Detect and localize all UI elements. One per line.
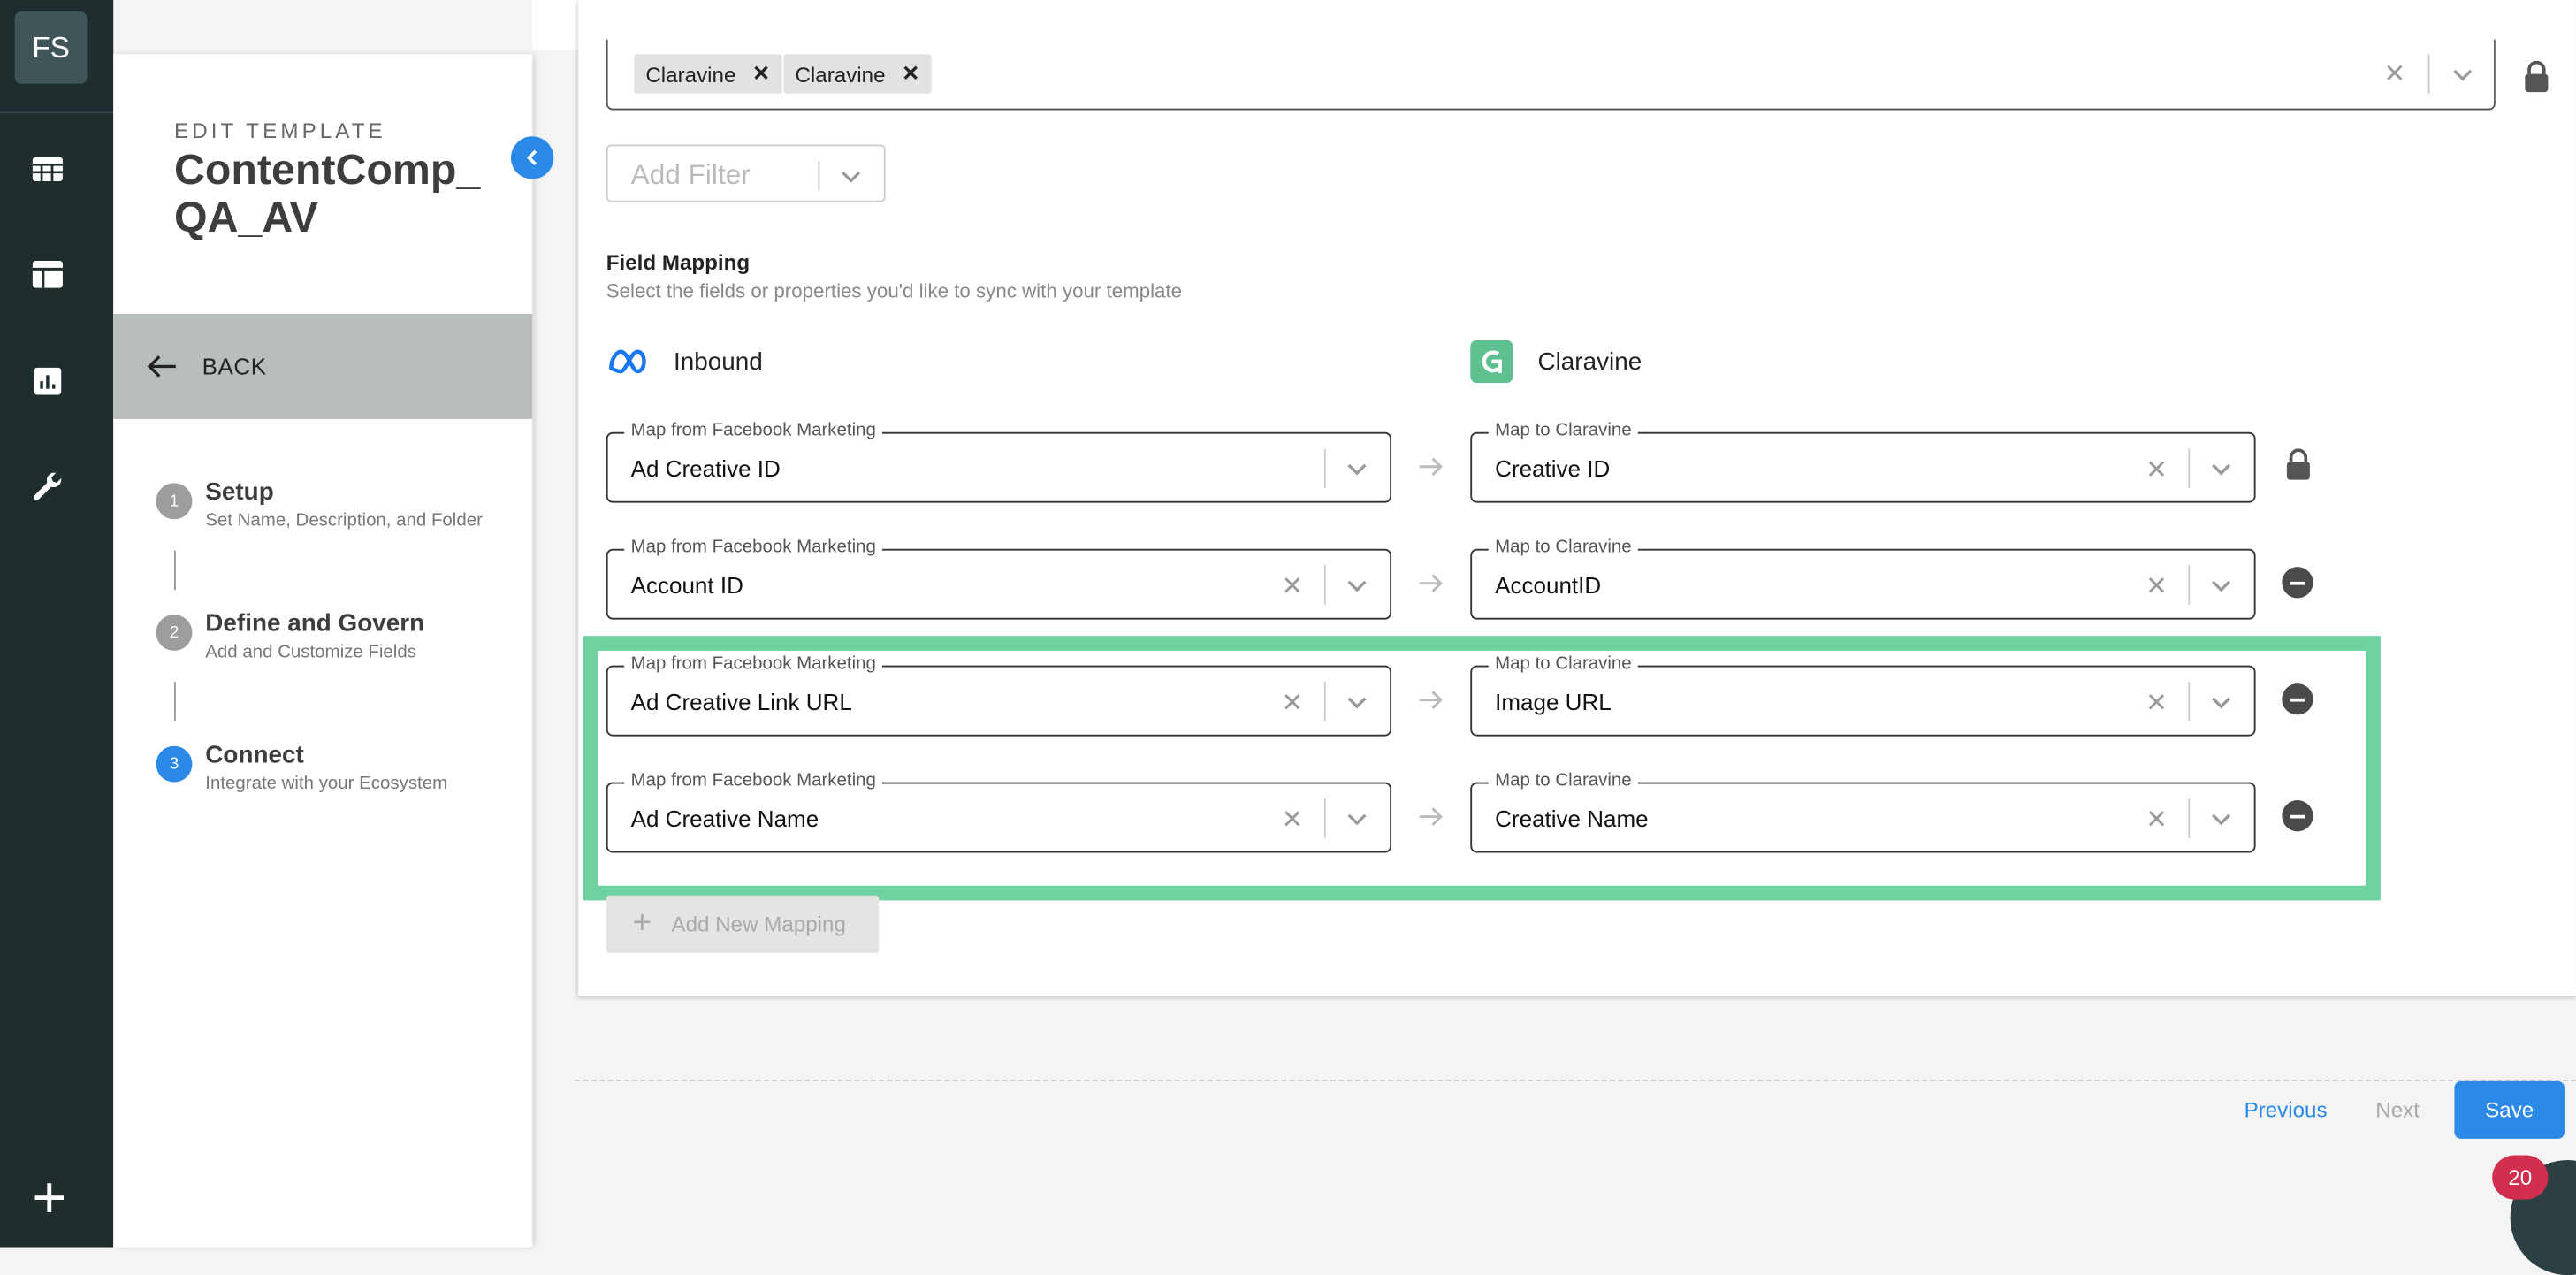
step-connector <box>173 682 176 721</box>
step-title: Setup <box>205 477 274 507</box>
chevron-down-icon[interactable] <box>2450 61 2476 88</box>
filter-values-field[interactable]: Claravine ✕ Claravine ✕ ✕ <box>606 39 2496 111</box>
rail-divider <box>0 111 114 114</box>
step-number: 2 <box>156 615 193 651</box>
add-icon[interactable]: + <box>25 1167 74 1226</box>
clear-icon[interactable]: ✕ <box>2145 570 2168 603</box>
field-value: Ad Creative ID <box>630 454 781 482</box>
chevron-left-icon <box>526 149 537 166</box>
field-mapping-subtitle: Select the fields or properties you'd li… <box>606 279 1183 302</box>
claravine-logo-icon <box>1470 340 1513 384</box>
meta-logo-icon <box>609 349 646 374</box>
map-to-select[interactable]: Map to Claravine AccountID ✕ <box>1470 537 2256 620</box>
footer-divider <box>575 1079 2576 1081</box>
back-button[interactable]: BACK <box>113 313 533 419</box>
chart-icon[interactable] <box>29 363 65 400</box>
table-icon[interactable] <box>29 151 65 187</box>
add-filter-placeholder: Add Filter <box>630 159 751 191</box>
lock-icon <box>2286 448 2310 480</box>
chip-label: Claravine <box>795 61 886 87</box>
step-subtitle: Integrate with your Ecosystem <box>205 774 448 794</box>
field-value: Account ID <box>630 571 743 599</box>
arrow-left-icon <box>147 355 176 378</box>
field-legend: Map to Claravine <box>1488 420 1639 441</box>
chip-remove-icon[interactable]: ✕ <box>752 61 770 88</box>
destination-label: Claravine <box>1537 347 1642 377</box>
template-icon[interactable] <box>29 256 65 293</box>
map-to-select[interactable]: Map to Claravine Creative ID ✕ <box>1470 420 2256 503</box>
step-connector <box>173 550 176 591</box>
step-subtitle: Add and Customize Fields <box>205 642 416 662</box>
field-legend: Map from Facebook Marketing <box>624 420 883 441</box>
arrow-right-icon <box>1419 574 1443 593</box>
chevron-down-icon[interactable] <box>2208 455 2235 482</box>
field-mapping-title: Field Mapping <box>606 249 751 275</box>
field-legend: Map to Claravine <box>1488 537 1639 557</box>
clear-icon[interactable]: ✕ <box>2384 57 2406 90</box>
field-separator <box>2188 565 2191 605</box>
save-button[interactable]: Save <box>2454 1080 2565 1139</box>
field-separator <box>818 161 820 191</box>
chevron-down-icon[interactable] <box>1344 455 1370 482</box>
map-from-select[interactable]: Map from Facebook Marketing Ad Creative … <box>606 420 1392 503</box>
chip-label: Claravine <box>645 61 736 87</box>
add-new-mapping-button[interactable]: + Add New Mapping <box>606 895 880 953</box>
left-rail: FS + <box>0 0 114 1248</box>
highlight-annotation <box>583 636 2381 901</box>
field-separator <box>1323 448 1326 488</box>
field-legend: Map from Facebook Marketing <box>624 537 883 557</box>
step-title: Connect <box>205 741 304 769</box>
step-number: 1 <box>156 483 193 520</box>
clear-icon[interactable]: ✕ <box>2145 454 2168 486</box>
add-mapping-label: Add New Mapping <box>671 912 846 937</box>
chevron-down-icon[interactable] <box>1344 572 1370 599</box>
back-label: BACK <box>202 353 267 380</box>
notification-badge[interactable]: 20 <box>2492 1155 2549 1200</box>
step-subtitle: Set Name, Description, and Folder <box>205 510 483 531</box>
lock-icon <box>2525 60 2549 93</box>
clear-icon[interactable]: ✕ <box>1282 570 1304 603</box>
app-root: FS + ? A EDIT TEMPLATE ContentComp_QA_AV… <box>0 0 2576 1275</box>
org-avatar[interactable]: FS <box>14 11 88 84</box>
wrench-icon[interactable] <box>29 470 65 507</box>
add-filter-select[interactable]: Add Filter <box>606 144 886 202</box>
plus-icon: + <box>632 905 652 942</box>
collapse-panel-button[interactable] <box>510 136 554 179</box>
remove-mapping-button[interactable] <box>2282 567 2313 599</box>
value-chip: Claravine ✕ <box>634 54 782 94</box>
chip-remove-icon[interactable]: ✕ <box>902 61 919 88</box>
field-separator <box>2188 448 2191 488</box>
edit-template-label: EDIT TEMPLATE <box>173 118 386 143</box>
field-separator <box>1323 565 1326 605</box>
map-from-select[interactable]: Map from Facebook Marketing Account ID ✕ <box>606 537 1392 620</box>
chevron-down-icon[interactable] <box>838 163 865 189</box>
source-label: Inbound <box>673 347 763 377</box>
previous-button[interactable]: Previous <box>2244 1097 2328 1122</box>
value-chip: Claravine ✕ <box>783 54 932 94</box>
arrow-right-icon <box>1419 457 1443 477</box>
template-name: ContentComp_QA_AV <box>173 144 481 242</box>
step-title: Define and Govern <box>205 609 425 638</box>
template-panel: EDIT TEMPLATE ContentComp_QA_AV BACK 1 S… <box>113 54 533 1248</box>
chevron-down-icon[interactable] <box>2208 572 2235 599</box>
field-value: Creative ID <box>1495 454 1611 482</box>
field-value: AccountID <box>1495 571 1602 599</box>
field-separator <box>2427 54 2430 94</box>
step-number: 3 <box>156 745 193 783</box>
next-button[interactable]: Next <box>2375 1097 2420 1122</box>
